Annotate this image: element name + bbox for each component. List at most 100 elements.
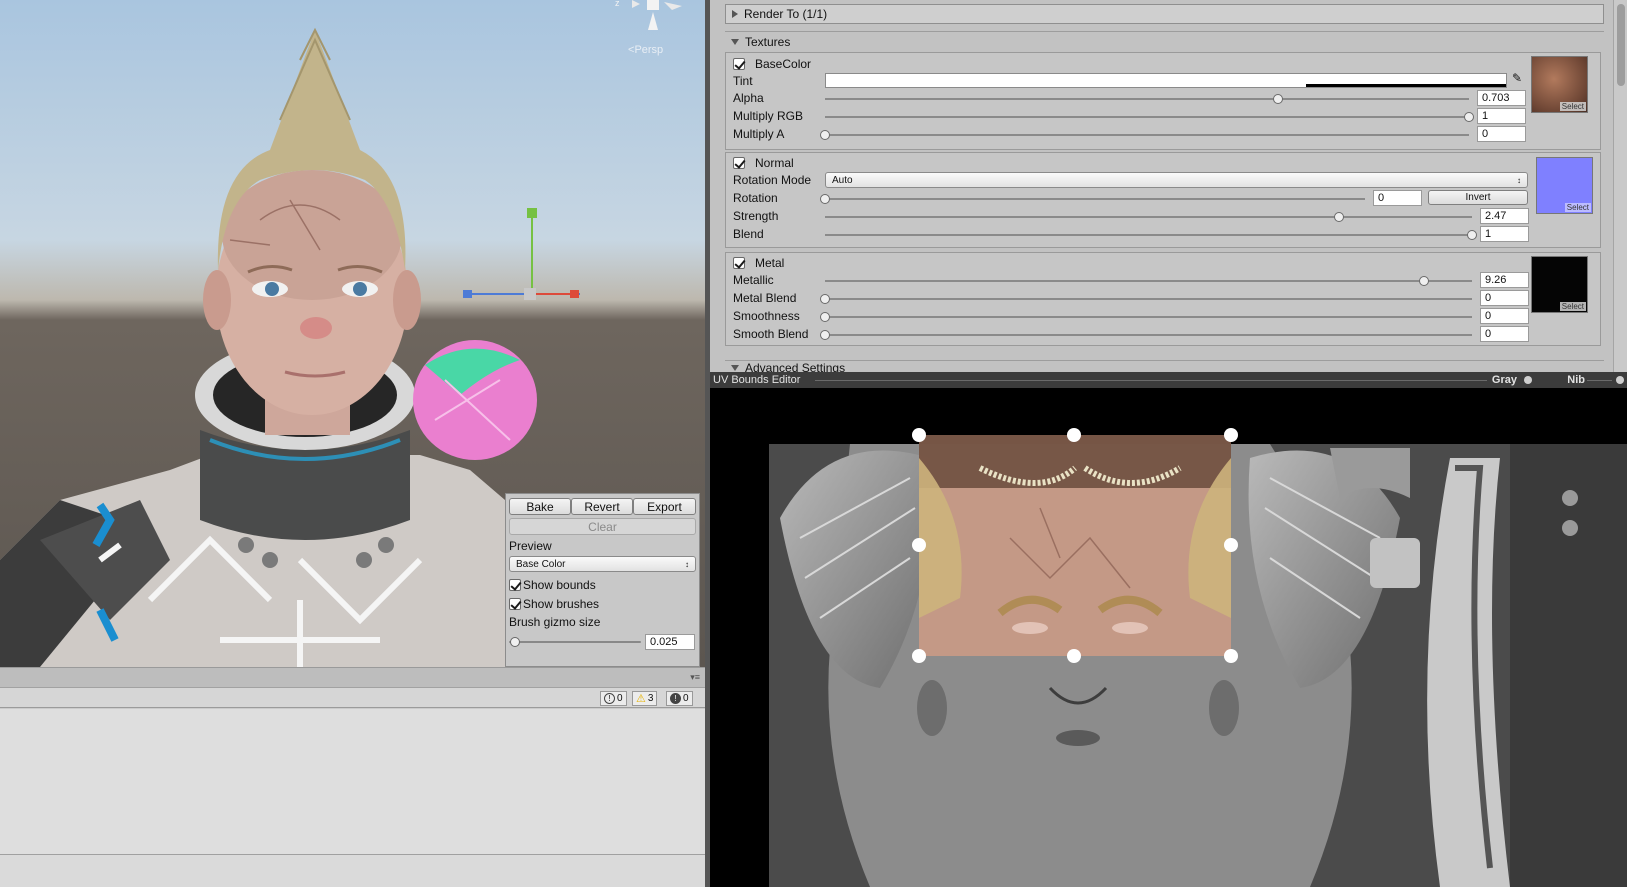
metal-blend-knob[interactable] [820, 294, 830, 304]
foldout-down-icon [731, 364, 739, 371]
rotation-mode-value: Auto [832, 174, 853, 186]
textures-foldout[interactable]: Textures [725, 31, 1604, 51]
uv-texture-view[interactable] [710, 388, 1627, 887]
clear-button[interactable]: Clear [509, 518, 696, 535]
preview-dropdown-value: Base Color [516, 558, 566, 570]
rotation-label: Rotation [733, 191, 778, 205]
camera-projection-label[interactable]: <Persp [628, 44, 663, 56]
metal-toggle[interactable]: Metal [733, 254, 784, 272]
multiply-a-slider[interactable] [820, 129, 1469, 141]
metal-select-button[interactable]: Select [1559, 302, 1586, 311]
uv-editor-title: UV Bounds Editor [713, 374, 801, 386]
multiply-a-field[interactable]: 0 [1477, 126, 1526, 142]
alpha-slider-knob[interactable] [1272, 94, 1283, 104]
normal-checkbox[interactable] [733, 157, 745, 169]
alpha-label: Alpha [733, 91, 764, 105]
preview-dropdown[interactable]: Base Color ↕ [509, 556, 696, 572]
console-detail-area[interactable] [0, 854, 705, 887]
smoothness-knob[interactable] [820, 312, 830, 322]
scene-view[interactable]: z <Persp Bake Revert Export Clear Previe… [0, 0, 705, 667]
tint-color-field[interactable] [825, 73, 1507, 88]
normal-label: Normal [755, 156, 794, 170]
render-to-foldout[interactable]: Render To (1/1) [725, 4, 1604, 24]
multiply-a-label: Multiply A [733, 127, 785, 141]
basecolor-select-button[interactable]: Select [1559, 102, 1586, 111]
rotation-field[interactable]: 0 [1373, 190, 1422, 206]
gray-toggle-icon[interactable] [1524, 376, 1532, 384]
slider-knob[interactable] [510, 637, 520, 647]
advanced-settings-label: Advanced Settings [745, 360, 846, 372]
message-count-badge[interactable]: ! 0 [666, 691, 693, 706]
console-log-list[interactable] [0, 709, 705, 854]
alpha-slider[interactable] [825, 93, 1469, 105]
revert-button[interactable]: Revert [571, 498, 633, 515]
brush-gizmo-size-slider[interactable] [509, 636, 641, 648]
metal-checkbox[interactable] [733, 257, 745, 269]
metallic-field[interactable]: 9.26 [1480, 272, 1529, 288]
show-brushes-label: Show brushes [523, 596, 600, 611]
strength-field[interactable]: 2.47 [1480, 208, 1529, 224]
metal-blend-field[interactable]: 0 [1480, 290, 1529, 306]
basecolor-toggle[interactable]: BaseColor [733, 55, 811, 73]
render-to-label: Render To (1/1) [744, 7, 828, 21]
nib-toggle-icon[interactable] [1616, 376, 1624, 384]
show-bounds-toggle[interactable]: Show bounds [509, 575, 696, 594]
blend-slider[interactable] [825, 229, 1477, 241]
warning-count-badge[interactable]: ⚠ 3 [632, 691, 658, 706]
orientation-gizmo-icon[interactable]: z [610, 0, 685, 36]
invert-button[interactable]: Invert [1428, 190, 1528, 205]
smooth-blend-slider[interactable] [820, 329, 1472, 341]
inspector-panel: Render To (1/1) Textures BaseColor Tint … [710, 0, 1627, 372]
normal-texture-thumbnail[interactable]: Select [1536, 157, 1593, 214]
alpha-field[interactable]: 0.703 [1477, 90, 1526, 106]
normal-toggle[interactable]: Normal [733, 154, 794, 172]
panel-menu-icon[interactable]: ▾≡ [690, 672, 700, 683]
smooth-blend-label: Smooth Blend [733, 327, 809, 341]
strength-slider[interactable] [825, 211, 1472, 223]
dropdown-arrows-icon: ↕ [685, 559, 689, 569]
metallic-knob[interactable] [1419, 276, 1430, 286]
multiply-rgb-knob[interactable] [1464, 112, 1474, 122]
show-brushes-toggle[interactable]: Show brushes [509, 594, 696, 613]
blend-knob[interactable] [1467, 230, 1477, 240]
blend-label: Blend [733, 227, 764, 241]
basecolor-checkbox[interactable] [733, 58, 745, 70]
rotation-knob[interactable] [820, 194, 830, 204]
uv-bounds-handle[interactable] [1224, 649, 1238, 663]
metal-texture-thumbnail[interactable]: Select [1531, 256, 1588, 313]
brush-gizmo-size-label: Brush gizmo size [509, 615, 601, 629]
export-button[interactable]: Export [633, 498, 696, 515]
tint-label: Tint [733, 74, 753, 88]
rotation-slider[interactable] [820, 193, 1365, 205]
metal-blend-label: Metal Blend [733, 291, 797, 305]
basecolor-texture-thumbnail[interactable]: Select [1531, 56, 1588, 113]
multiply-a-knob[interactable] [820, 130, 830, 140]
smooth-blend-field[interactable]: 0 [1480, 326, 1529, 342]
inspector-scrollbar[interactable] [1613, 0, 1627, 372]
multiply-rgb-field[interactable]: 1 [1477, 108, 1526, 124]
normal-select-button[interactable]: Select [1564, 203, 1591, 212]
smoothness-field[interactable]: 0 [1480, 308, 1529, 324]
eyedropper-icon[interactable]: ✎ [1512, 71, 1522, 85]
metal-blend-slider[interactable] [820, 293, 1472, 305]
error-count-badge[interactable]: ! 0 [600, 691, 627, 706]
strength-knob[interactable] [1334, 212, 1345, 222]
nib-toggle-label[interactable]: Nib [1567, 374, 1585, 386]
bake-button[interactable]: Bake [509, 498, 571, 515]
brush-gizmo-size-field[interactable]: 0.025 [645, 634, 695, 650]
smoothness-slider[interactable] [820, 311, 1472, 323]
rotation-mode-dropdown[interactable]: Auto ↕ [825, 172, 1528, 188]
uv-bounds-handle[interactable] [912, 428, 926, 442]
multiply-rgb-slider[interactable] [825, 111, 1474, 123]
show-brushes-checkbox[interactable] [509, 597, 521, 610]
console-tab-strip: ▾≡ [0, 668, 705, 688]
advanced-settings-foldout[interactable]: Advanced Settings [725, 360, 1604, 372]
blend-field[interactable]: 1 [1480, 226, 1529, 242]
metallic-slider[interactable] [825, 275, 1472, 287]
gray-toggle-label[interactable]: Gray [1492, 374, 1517, 386]
basecolor-label: BaseColor [755, 57, 812, 71]
scrollbar-thumb[interactable] [1617, 4, 1625, 86]
metallic-label: Metallic [733, 273, 774, 287]
smooth-blend-knob[interactable] [820, 330, 830, 340]
show-bounds-checkbox[interactable] [509, 578, 521, 591]
